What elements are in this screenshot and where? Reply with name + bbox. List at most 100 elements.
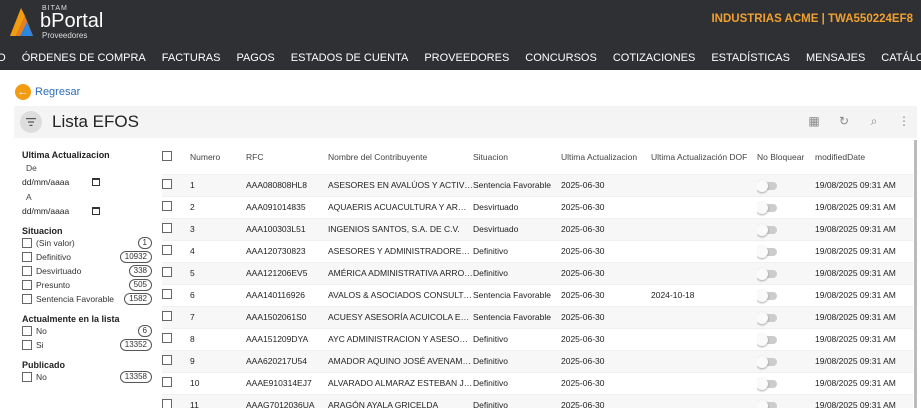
calendar-icon[interactable] — [92, 178, 100, 186]
calendar-icon[interactable] — [92, 207, 100, 215]
no-bloquear-toggle[interactable] — [757, 400, 777, 408]
filter-option[interactable]: Si 13352 — [22, 338, 152, 352]
no-bloquear-toggle-cell[interactable] — [757, 261, 815, 284]
table-row[interactable]: 1 AAA080808HL8 ASESORES EN AVALÚOS Y ACTIV… — [162, 173, 913, 196]
filter-option[interactable]: No 6 — [22, 324, 152, 338]
nav-inicio[interactable]: INICIO — [0, 47, 14, 69]
checkbox[interactable] — [22, 280, 32, 290]
filter-option[interactable]: Presunto 505 — [22, 278, 152, 292]
no-bloquear-toggle[interactable] — [757, 201, 777, 214]
filter-option[interactable]: No 13358 — [22, 370, 152, 384]
vertical-scrollbar[interactable] — [914, 140, 917, 408]
table-row[interactable]: 7 AAA1502061S0 ACUESY ASESORÍA ACUICOLA ES… — [162, 305, 913, 328]
column-header[interactable]: Situacion — [473, 140, 561, 174]
row-select-cell[interactable] — [162, 173, 190, 196]
table-row[interactable]: 9 AAA620217U54 AMADOR AQUINO JOSÉ AVENAMAR… — [162, 349, 913, 372]
no-bloquear-toggle-cell[interactable] — [757, 173, 815, 196]
nav-facturas[interactable]: FACTURAS — [154, 47, 229, 69]
no-bloquear-toggle-cell[interactable] — [757, 239, 815, 262]
table-row[interactable]: 5 AAA121206EV5 AMÉRICA ADMINISTRATIVA ARRO… — [162, 261, 913, 284]
column-header[interactable]: No Bloquear — [757, 140, 815, 174]
no-bloquear-toggle[interactable] — [757, 267, 777, 280]
column-header[interactable]: Ultima Actualización DOF — [651, 140, 757, 174]
checkbox[interactable] — [22, 372, 32, 382]
checkbox[interactable] — [22, 340, 32, 350]
bportal-logo[interactable]: BITAM bPortal Proveedores — [6, 4, 106, 42]
nav-estados-cuenta[interactable]: ESTADOS DE CUENTA — [283, 47, 417, 69]
no-bloquear-toggle[interactable] — [757, 311, 777, 324]
table-row[interactable]: 6 AAA140116926 AVALOS & ASOCIADOS CONSULTO… — [162, 283, 913, 306]
column-header[interactable]: modifiedDate — [815, 140, 913, 174]
no-bloquear-toggle[interactable] — [757, 355, 777, 368]
no-bloquear-toggle[interactable] — [757, 377, 777, 390]
checkbox[interactable] — [22, 266, 32, 276]
row-checkbox[interactable] — [162, 245, 172, 255]
search-icon[interactable]: ⌕ — [867, 114, 881, 128]
columns-icon[interactable]: ▦ — [807, 114, 821, 128]
back-link[interactable]: ← Regresar — [15, 84, 80, 100]
checkbox[interactable] — [22, 238, 32, 248]
filter-option[interactable]: Sentencia Favorable 1582 — [22, 292, 152, 306]
refresh-icon[interactable]: ↻ — [837, 114, 851, 128]
checkbox[interactable] — [22, 252, 32, 262]
row-checkbox[interactable] — [162, 201, 172, 211]
table-row[interactable]: 4 AAA120730823 ASESORES Y ADMINISTRADORES … — [162, 239, 913, 262]
filter-option[interactable]: Desvirtuado 338 — [22, 264, 152, 278]
date-to-input[interactable]: dd/mm/aaaa — [22, 204, 100, 218]
table-row[interactable]: 11 AAAG7012036UA ARAGÓN AYALA GRICELDA Defi… — [162, 393, 913, 408]
table-row[interactable]: 8 AAA151209DYA AYC ADMINISTRACION Y ASESOR… — [162, 327, 913, 350]
table-row[interactable]: 10 AAAE910314EJ7 ALVARADO ALMARAZ ESTEBAN … — [162, 371, 913, 394]
checkbox[interactable] — [22, 294, 32, 304]
filter-toggle-button[interactable] — [20, 111, 42, 133]
select-all-checkbox[interactable] — [162, 150, 172, 161]
row-checkbox[interactable] — [162, 267, 172, 277]
row-select-cell[interactable] — [162, 371, 190, 394]
no-bloquear-toggle[interactable] — [757, 289, 777, 302]
row-select-cell[interactable] — [162, 217, 190, 240]
table-row[interactable]: 2 AAA091014835 AQUAERIS ACUACULTURA Y ARQU… — [162, 195, 913, 218]
no-bloquear-toggle-cell[interactable] — [757, 327, 815, 350]
row-checkbox[interactable] — [162, 399, 172, 408]
no-bloquear-toggle-cell[interactable] — [757, 195, 815, 218]
no-bloquear-toggle-cell[interactable] — [757, 393, 815, 408]
row-select-cell[interactable] — [162, 239, 190, 262]
nav-catalogos[interactable]: CATÁLOGOS — [873, 47, 921, 69]
row-select-cell[interactable] — [162, 261, 190, 284]
nav-mensajes[interactable]: MENSAJES — [798, 47, 873, 69]
nav-concursos[interactable]: CONCURSOS — [517, 47, 605, 69]
no-bloquear-toggle[interactable] — [757, 333, 777, 346]
row-checkbox[interactable] — [162, 311, 172, 321]
row-select-cell[interactable] — [162, 393, 190, 408]
column-header[interactable]: Ultima Actualizacion — [561, 140, 651, 174]
no-bloquear-toggle-cell[interactable] — [757, 349, 815, 372]
row-select-cell[interactable] — [162, 349, 190, 372]
row-checkbox[interactable] — [162, 223, 172, 233]
no-bloquear-toggle-cell[interactable] — [757, 305, 815, 328]
more-vertical-icon[interactable]: ⋮ — [897, 114, 911, 128]
row-checkbox[interactable] — [162, 333, 172, 343]
nav-proveedores[interactable]: PROVEEDORES — [416, 47, 517, 69]
checkbox[interactable] — [22, 326, 32, 336]
no-bloquear-toggle[interactable] — [757, 223, 777, 236]
column-header[interactable]: RFC — [246, 140, 328, 174]
row-checkbox[interactable] — [162, 355, 172, 365]
row-select-cell[interactable] — [162, 283, 190, 306]
row-checkbox[interactable] — [162, 289, 172, 299]
filter-option[interactable]: Definitivo 10932 — [22, 250, 152, 264]
no-bloquear-toggle-cell[interactable] — [757, 371, 815, 394]
select-all-cell[interactable] — [162, 140, 190, 174]
row-checkbox[interactable] — [162, 179, 172, 189]
row-select-cell[interactable] — [162, 195, 190, 218]
column-header[interactable]: Nombre del Contribuyente — [328, 140, 473, 174]
nav-estadisticas[interactable]: ESTADÍSTICAS — [703, 47, 798, 69]
date-from-input[interactable]: dd/mm/aaaa — [22, 175, 100, 189]
no-bloquear-toggle-cell[interactable] — [757, 217, 815, 240]
no-bloquear-toggle[interactable] — [757, 179, 777, 192]
nav-ordenes-compra[interactable]: ÓRDENES DE COMPRA — [14, 47, 154, 69]
no-bloquear-toggle[interactable] — [757, 245, 777, 258]
company-selector[interactable]: INDUSTRIAS ACME | TWA550224EF8 — [711, 13, 913, 25]
row-checkbox[interactable] — [162, 377, 172, 387]
nav-cotizaciones[interactable]: COTIZACIONES — [605, 47, 704, 69]
filter-option[interactable]: (Sin valor) 1 — [22, 236, 152, 250]
row-select-cell[interactable] — [162, 327, 190, 350]
